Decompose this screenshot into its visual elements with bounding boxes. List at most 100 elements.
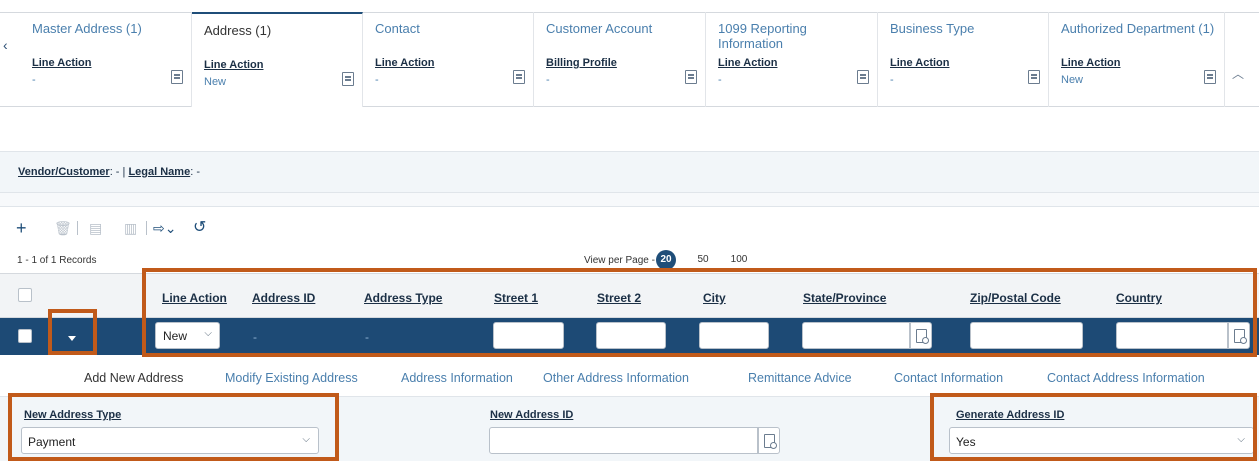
tab-field-value: - <box>718 74 722 86</box>
country-lookup-icon[interactable] <box>1228 322 1250 349</box>
divider <box>0 193 1259 207</box>
address-id-value: - <box>253 330 257 344</box>
tab-field-value: - <box>32 74 36 86</box>
tab-contact[interactable]: Contact Line Action - <box>363 12 534 107</box>
chevron-down-icon: ⌵ <box>1237 434 1245 445</box>
tab-title: Customer Account <box>546 21 653 36</box>
col-street-1[interactable]: Street 1 <box>494 291 538 305</box>
section-nav: Add New Address Modify Existing Address … <box>0 355 1259 397</box>
nav-address-information[interactable]: Address Information <box>401 371 513 385</box>
vendor-customer-value: : - <box>109 166 120 178</box>
paste-icon[interactable]: ▥ <box>124 218 137 238</box>
nav-other-address-information[interactable]: Other Address Information <box>543 371 689 385</box>
address-id-lookup-icon[interactable] <box>758 427 780 454</box>
tab-field-label: Billing Profile <box>546 57 617 69</box>
nav-add-new-address[interactable]: Add New Address <box>84 371 183 385</box>
tab-field-value: New <box>204 76 227 88</box>
chevron-up-icon[interactable]: ︿ <box>1227 64 1249 84</box>
generate-address-id-value: Yes <box>956 435 976 449</box>
scroll-left-icon[interactable]: ‹ <box>3 38 9 66</box>
nav-modify-existing-address[interactable]: Modify Existing Address <box>225 371 358 385</box>
line-action-select[interactable]: New ⌵ <box>155 322 220 349</box>
street-1-input[interactable] <box>493 322 564 349</box>
col-city[interactable]: City <box>703 291 726 305</box>
state-lookup-icon[interactable] <box>910 322 932 349</box>
new-address-id-input[interactable] <box>489 427 758 454</box>
plus-icon[interactable]: + <box>16 218 27 238</box>
export-icon[interactable]: ⇨⌄ <box>153 218 176 238</box>
col-street-2[interactable]: Street 2 <box>597 291 641 305</box>
summary-icon[interactable] <box>685 70 697 84</box>
generate-address-id-select[interactable]: Yes ⌵ <box>949 427 1254 454</box>
tab-field-value: New <box>1061 74 1084 86</box>
tab-strip: ‹ Master Address (1) Line Action - Addre… <box>0 0 1259 107</box>
nav-contact-address-information[interactable]: Contact Address Information <box>1047 371 1205 385</box>
summary-icon[interactable] <box>513 70 525 84</box>
pager: 1 - 1 of 1 Records View per Page - 20 50… <box>0 248 1259 274</box>
grid-toolbar: + 🗑 ▤ ▥ ⇨⌄ ↺ <box>0 208 1259 248</box>
tab-field-label: Line Action <box>375 57 435 69</box>
tab-field-label: Line Action <box>890 57 950 69</box>
tab-field-label: Line Action <box>32 57 92 69</box>
country-input[interactable] <box>1116 322 1228 349</box>
new-address-type-select[interactable]: Payment ⌵ <box>21 427 319 454</box>
row-checkbox[interactable] <box>18 329 32 343</box>
tab-field-value: - <box>375 74 379 86</box>
tab-address[interactable]: Address (1) Line Action New <box>192 12 363 107</box>
vendor-line: Vendor/Customer: - | Legal Name: - <box>18 166 200 178</box>
page-size-20[interactable]: 20 <box>656 250 676 270</box>
tab-business-type[interactable]: Business Type Line Action - <box>878 12 1049 107</box>
state-province-input[interactable] <box>802 322 910 349</box>
summary-icon[interactable] <box>342 72 354 86</box>
tab-customer-account[interactable]: Customer Account Billing Profile - <box>534 12 706 107</box>
nav-remittance-advice[interactable]: Remittance Advice <box>748 371 852 385</box>
col-address-type[interactable]: Address Type <box>364 291 442 305</box>
page-size-100[interactable]: 100 <box>727 250 751 270</box>
tab-title: Address (1) <box>204 23 272 38</box>
nav-contact-information[interactable]: Contact Information <box>894 371 1003 385</box>
chevron-down-icon: ⌵ <box>302 434 310 445</box>
col-address-id[interactable]: Address ID <box>252 291 315 305</box>
tab-title: Authorized Department (1) <box>1061 21 1215 36</box>
generate-address-id-label: Generate Address ID <box>956 409 1065 421</box>
tab-title: Contact <box>375 21 420 36</box>
add-new-address-form: New Address Type Payment ⌵ New Address I… <box>0 397 1259 461</box>
expand-row-caret-icon[interactable] <box>53 322 91 354</box>
refresh-icon[interactable]: ↺ <box>193 218 206 238</box>
new-address-id-label: New Address ID <box>490 409 574 421</box>
chevron-down-icon: ⌵ <box>204 328 212 339</box>
tab-1099-reporting[interactable]: 1099 Reporting Information Line Action - <box>706 12 878 107</box>
tab-master-address[interactable]: Master Address (1) Line Action - <box>20 12 192 107</box>
col-country[interactable]: Country <box>1116 291 1162 305</box>
tab-authorized-department[interactable]: Authorized Department (1) Line Action Ne… <box>1049 12 1225 107</box>
page-size-50[interactable]: 50 <box>693 250 713 270</box>
address-type-value: - <box>365 330 369 344</box>
table-row[interactable]: New ⌵ - - <box>0 318 1259 355</box>
line-action-value: New <box>163 329 188 343</box>
vendor-customer-label: Vendor/Customer <box>18 166 110 178</box>
view-per-page-label: View per Page - <box>584 255 655 266</box>
city-input[interactable] <box>699 322 769 349</box>
summary-icon[interactable] <box>857 70 869 84</box>
col-line-action[interactable]: Line Action <box>162 291 227 305</box>
grid-header: Line Action Address ID Address Type Stre… <box>0 274 1259 318</box>
street-2-input[interactable] <box>596 322 666 349</box>
legal-name-label: Legal Name <box>128 166 191 178</box>
col-state-province[interactable]: State/Province <box>803 291 886 305</box>
copy-icon[interactable]: ▤ <box>89 218 102 238</box>
tab-field-value: - <box>546 74 550 86</box>
summary-icon[interactable] <box>1204 70 1216 84</box>
toolbar-divider <box>77 221 78 235</box>
trash-icon[interactable]: 🗑 <box>54 218 72 238</box>
col-zip-postal-code[interactable]: Zip/Postal Code <box>970 291 1061 305</box>
summary-icon[interactable] <box>1028 70 1040 84</box>
summary-icon[interactable] <box>171 70 183 84</box>
tab-field-value: - <box>890 74 894 86</box>
tab-title: Master Address (1) <box>32 21 142 36</box>
select-all-checkbox[interactable] <box>18 288 32 302</box>
tab-field-label: Line Action <box>718 57 778 69</box>
tab-title: 1099 Reporting Information <box>718 21 807 51</box>
tab-field-label: Line Action <box>204 59 264 71</box>
tab-title: Business Type <box>890 21 975 36</box>
zip-postal-code-input[interactable] <box>970 322 1083 349</box>
